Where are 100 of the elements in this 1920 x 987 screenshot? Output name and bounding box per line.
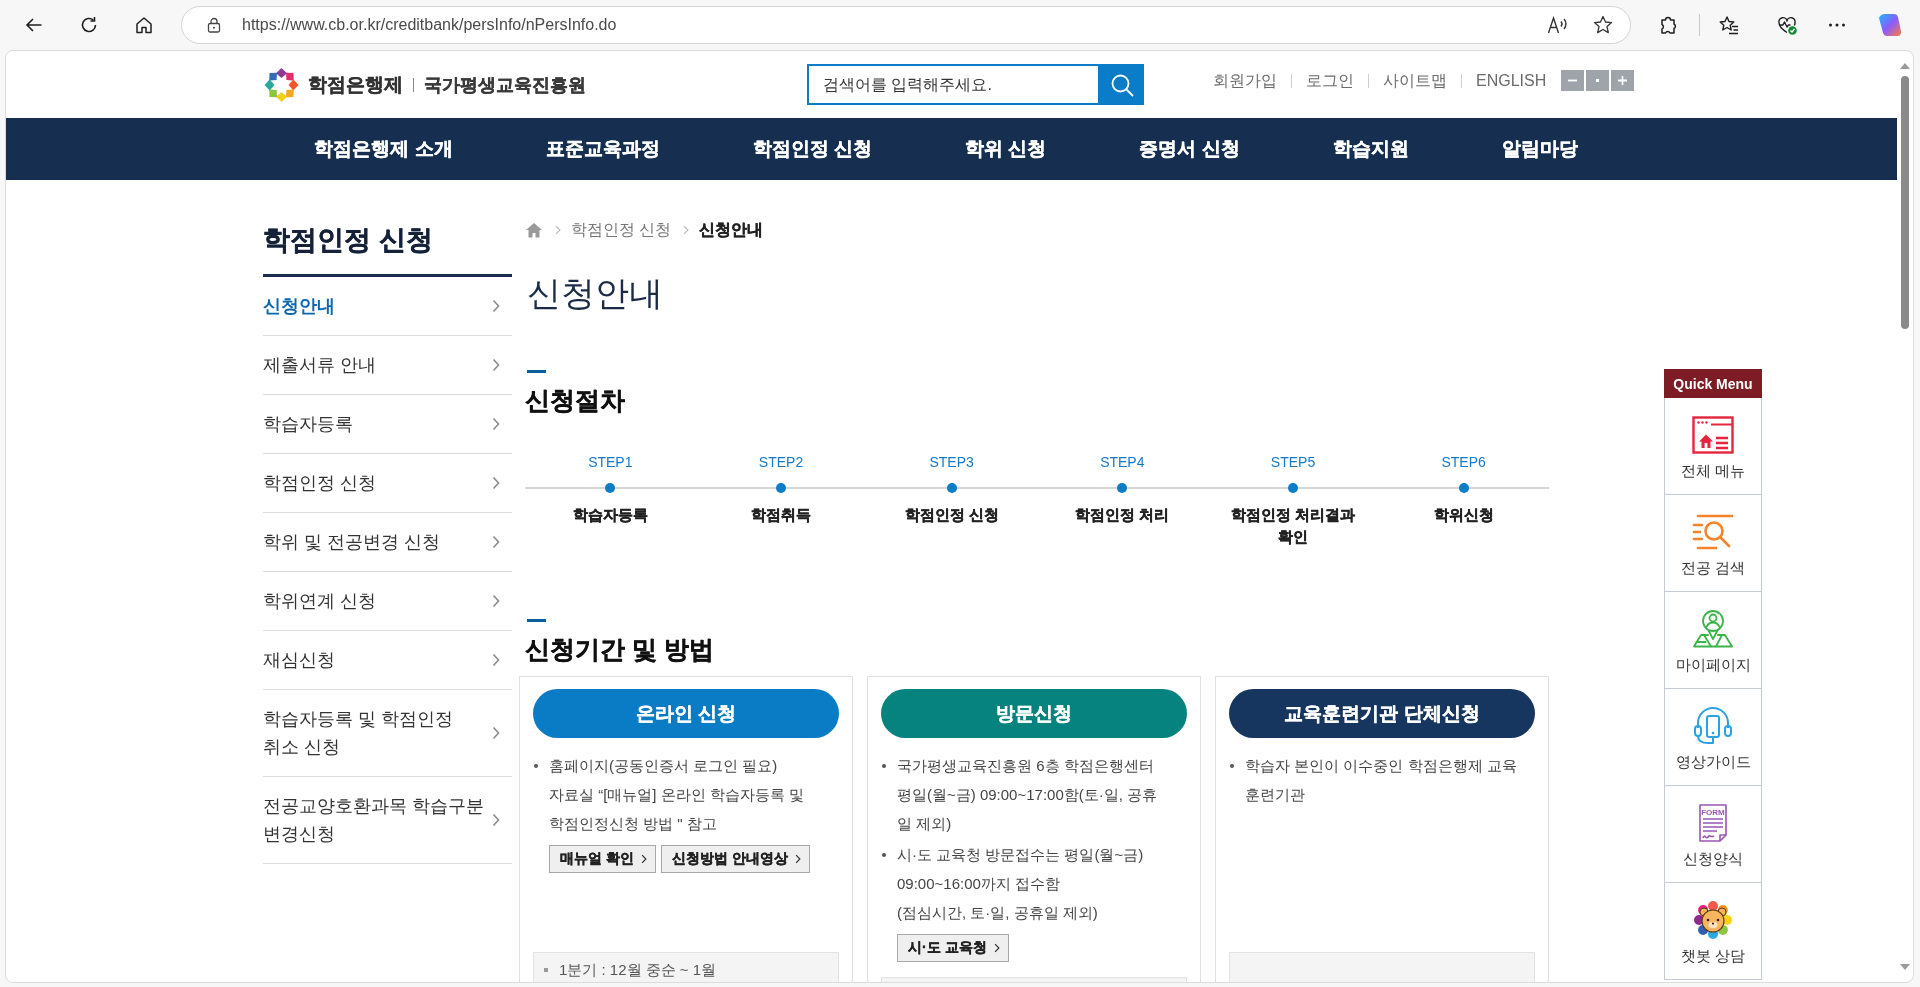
nav-item[interactable]: 학점은행제 소개 bbox=[314, 136, 453, 162]
chevron-right-icon bbox=[492, 299, 500, 313]
nav-item[interactable]: 학위 신청 bbox=[965, 136, 1047, 162]
accent-bar bbox=[527, 370, 546, 373]
flower-logo-icon[interactable] bbox=[263, 66, 300, 103]
breadcrumb-current: 신청안내 bbox=[699, 219, 764, 240]
sidebar-title: 학점인정 신청 bbox=[263, 224, 433, 257]
nav-item[interactable]: 학점인정 신청 bbox=[752, 136, 872, 162]
chevron-right-icon bbox=[683, 225, 690, 235]
url-text: https://www.cb.or.kr/creditbank/persInfo/nPersInfo.do bbox=[242, 16, 617, 34]
section-heading: 신청절차 bbox=[525, 385, 625, 416]
header-link[interactable]: 회원가입 bbox=[1213, 70, 1277, 92]
sidebar-item[interactable]: 학습자등록 및 학점인정 취소 신청 bbox=[263, 690, 512, 777]
search-icon bbox=[1110, 72, 1134, 97]
section-heading: 신청기간 및 방법 bbox=[525, 634, 714, 665]
puzzle-icon[interactable] bbox=[1658, 15, 1678, 35]
step-label: STEP2 bbox=[758, 453, 804, 472]
step-dot-icon bbox=[605, 483, 616, 493]
chevron-right-icon bbox=[492, 813, 500, 827]
quick-menu-item[interactable]: 챗봇 상담 bbox=[1664, 883, 1762, 980]
person-map-icon bbox=[1692, 610, 1734, 648]
bullet-icon bbox=[882, 764, 886, 768]
quick-menu-item[interactable]: FORM 신청양식 bbox=[1664, 786, 1762, 883]
chevron-right-icon bbox=[492, 417, 500, 431]
step-dot-icon bbox=[946, 483, 957, 493]
quick-menu-item[interactable]: 마이페이지 bbox=[1664, 592, 1762, 689]
step-label: STEP3 bbox=[929, 453, 974, 472]
copilot-icon[interactable] bbox=[1878, 13, 1902, 37]
bullet-icon bbox=[1230, 764, 1234, 768]
square-bullet-icon bbox=[544, 968, 548, 972]
sidebar-item[interactable]: 학위 및 전공변경 신청 bbox=[263, 513, 512, 572]
accent-bar bbox=[527, 619, 546, 622]
card-title-pill: 온라인 신청 bbox=[533, 689, 839, 738]
chevron-right-icon bbox=[492, 535, 500, 549]
lock-icon[interactable] bbox=[206, 17, 222, 33]
bullet-text: 홈페이지(공동인증서 로그인 필요) 자료실 “[매뉴얼] 온라인 학습자등록 및 학점인정신청 방법 " 참고 bbox=[549, 756, 804, 834]
bullet-text: 시·도 교육청 방문접수는 평일(월~금) 09:00~16:00까지 접수함 (점심시간, 토·일, 공휴일 제외) bbox=[897, 845, 1144, 923]
header-link[interactable]: 사이트맵 bbox=[1383, 70, 1447, 92]
breadcrumb-link[interactable]: 학점인정 신청 bbox=[571, 219, 672, 241]
chevron-right-icon bbox=[492, 594, 500, 608]
sidebar-item[interactable]: 학습자등록 bbox=[263, 395, 512, 454]
chevron-right-icon bbox=[640, 854, 647, 864]
refresh-icon[interactable] bbox=[79, 15, 99, 35]
plus-icon bbox=[1617, 74, 1629, 86]
window-house-icon bbox=[1692, 416, 1734, 454]
card-button[interactable]: 시·도 교육청 bbox=[897, 934, 1009, 962]
chevron-right-icon bbox=[794, 854, 801, 864]
bullet-icon bbox=[534, 764, 538, 768]
scroll-up-icon[interactable] bbox=[1900, 63, 1910, 69]
step-name: 학위신청 bbox=[1433, 505, 1494, 525]
period-text: 1분기 : 12월 중순 ~ 1월 bbox=[559, 961, 717, 979]
header-link[interactable]: ENGLISH bbox=[1476, 72, 1547, 90]
logo-text[interactable]: 학점은행제 bbox=[308, 71, 403, 98]
step-name: 학습자등록 bbox=[572, 505, 648, 525]
step-name: 학점인정 처리 bbox=[1075, 505, 1170, 525]
headphones-phone-icon bbox=[1692, 707, 1734, 745]
nav-item[interactable]: 증명서 신청 bbox=[1139, 136, 1240, 162]
step-dot-icon bbox=[1288, 483, 1298, 493]
sidebar-item[interactable]: 학점인정 신청 bbox=[263, 454, 512, 513]
quick-menu-title: Quick Menu bbox=[1664, 369, 1762, 398]
card-button[interactable]: 신청방법 안내영상 bbox=[660, 845, 810, 873]
search-button[interactable] bbox=[1100, 64, 1144, 105]
chevron-right-icon bbox=[492, 358, 500, 372]
step-label: STEP5 bbox=[1270, 453, 1316, 472]
quick-menu-item[interactable]: 영상가이드 bbox=[1664, 689, 1762, 786]
home-icon[interactable] bbox=[134, 15, 154, 35]
read-aloud-icon[interactable] bbox=[1547, 16, 1569, 34]
chevron-right-icon bbox=[555, 225, 561, 235]
list-search-icon bbox=[1692, 513, 1734, 551]
scrollbar-thumb[interactable] bbox=[1901, 76, 1909, 329]
star-icon[interactable] bbox=[1593, 15, 1613, 35]
chevron-right-icon bbox=[492, 726, 500, 740]
bullet-text: 국가평생교육진흥원 6층 학점은행센터 평일(월~금) 09:00~17:00함(토·일, 공휴 일 제외) bbox=[897, 756, 1158, 834]
favorites-icon[interactable] bbox=[1719, 15, 1739, 35]
step-label: STEP1 bbox=[588, 453, 633, 472]
scroll-down-icon[interactable] bbox=[1900, 964, 1910, 970]
step-name: 학점인정 신청 bbox=[904, 505, 999, 525]
step-dot-icon bbox=[1458, 483, 1469, 493]
address-bar[interactable]: https://www.cb.or.kr/creditbank/persInfo/nPersInfo.do bbox=[181, 6, 1631, 44]
sidebar-item[interactable]: 신청안내 bbox=[263, 277, 512, 336]
card-button[interactable]: 매뉴얼 확인 bbox=[549, 845, 656, 873]
chevron-right-icon bbox=[993, 943, 1000, 953]
sidebar-item[interactable]: 학위연계 신청 bbox=[263, 572, 512, 631]
bullet-icon bbox=[882, 853, 886, 857]
sidebar-item[interactable]: 재심신청 bbox=[263, 631, 512, 690]
quick-menu-item[interactable]: 전공 검색 bbox=[1664, 495, 1762, 592]
quick-menu-item[interactable]: 전체 메뉴 bbox=[1664, 398, 1762, 495]
nav-item[interactable]: 표준교육과정 bbox=[545, 136, 660, 162]
step-dot-icon bbox=[1117, 483, 1128, 493]
nav-item[interactable]: 알림마당 bbox=[1501, 136, 1578, 162]
step-label: STEP6 bbox=[1441, 453, 1486, 472]
nav-item[interactable]: 학습지원 bbox=[1332, 136, 1409, 162]
sidebar-item[interactable]: 전공교양호환과목 학습구분 변경신청 bbox=[263, 777, 512, 864]
header-link[interactable]: 로그인 bbox=[1306, 70, 1354, 92]
card-title-pill: 교육훈련기관 단체신청 bbox=[1229, 689, 1535, 738]
search-field[interactable]: 검색어를 입력해주세요. bbox=[807, 64, 1100, 105]
step-name: 학점인정 처리결과 확인 bbox=[1229, 505, 1357, 547]
step-label: STEP4 bbox=[1100, 453, 1145, 472]
sidebar-item[interactable]: 제출서류 안내 bbox=[263, 336, 512, 395]
heart-pulse-icon[interactable] bbox=[1777, 15, 1797, 35]
